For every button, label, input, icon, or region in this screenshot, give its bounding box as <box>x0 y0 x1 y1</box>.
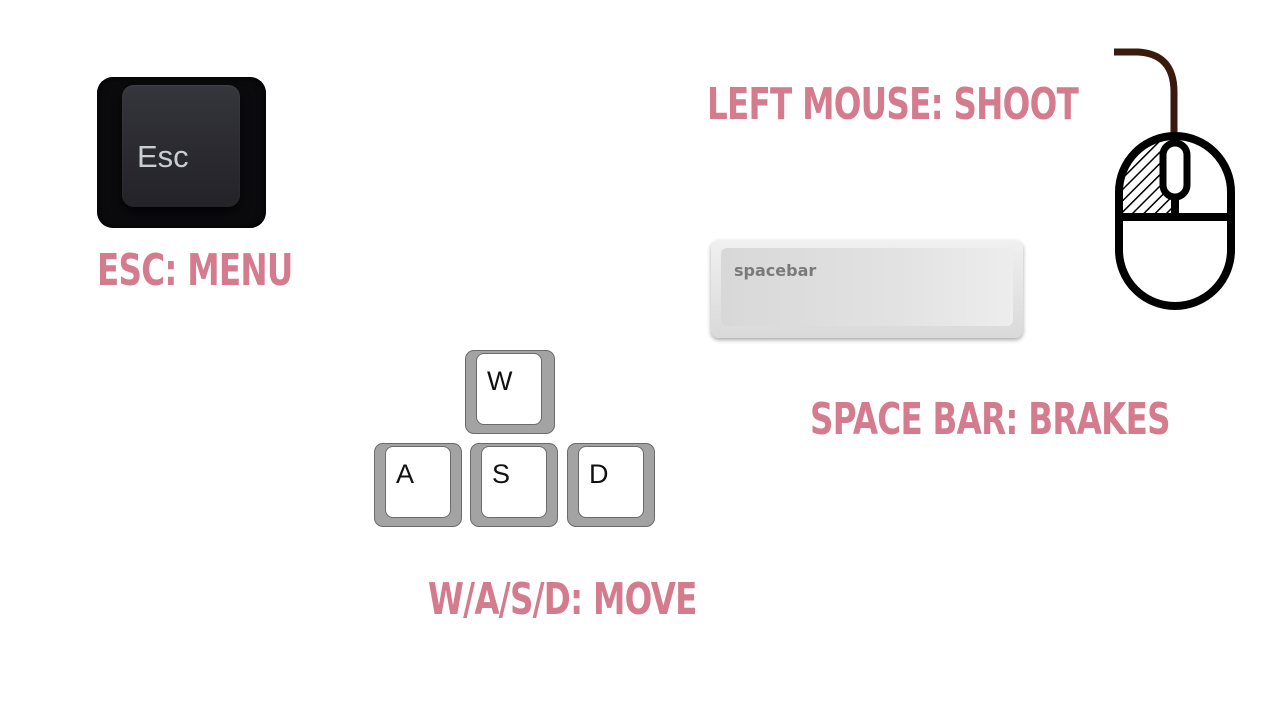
spacebar-key-icon: spacebar <box>711 240 1023 338</box>
s-key-icon: S <box>470 443 558 527</box>
mouse-scroll-wheel <box>1159 139 1191 201</box>
d-key-icon: D <box>567 443 655 527</box>
a-key-label: A <box>396 459 415 489</box>
w-key-label: W <box>487 366 513 396</box>
a-keycap: A <box>385 446 451 518</box>
s-keycap: S <box>481 446 547 518</box>
left-mouse-caption: LEFT MOUSE: SHOOT <box>707 79 1079 130</box>
esc-keycap: Esc <box>122 85 240 207</box>
w-keycap: W <box>476 353 542 425</box>
spacebar-keycap: spacebar <box>721 248 1013 326</box>
controls-screen: Esc ESC: MENU LEFT MOUSE: SHOOT spacebar… <box>0 0 1280 720</box>
spacebar-key-label: spacebar <box>734 261 817 280</box>
esc-caption: ESC: MENU <box>97 245 293 296</box>
esc-key-label: Esc <box>137 139 189 174</box>
mouse-icon <box>1114 48 1235 310</box>
d-keycap: D <box>578 446 644 518</box>
a-key-icon: A <box>374 443 462 527</box>
d-key-label: D <box>589 459 609 489</box>
spacebar-caption: SPACE BAR: BRAKES <box>810 394 1171 445</box>
esc-key-icon: Esc <box>97 77 266 228</box>
s-key-label: S <box>492 459 511 489</box>
wasd-caption: W/A/S/D: MOVE <box>428 574 697 625</box>
mouse-cable <box>1114 48 1178 136</box>
w-key-icon: W <box>465 350 555 434</box>
